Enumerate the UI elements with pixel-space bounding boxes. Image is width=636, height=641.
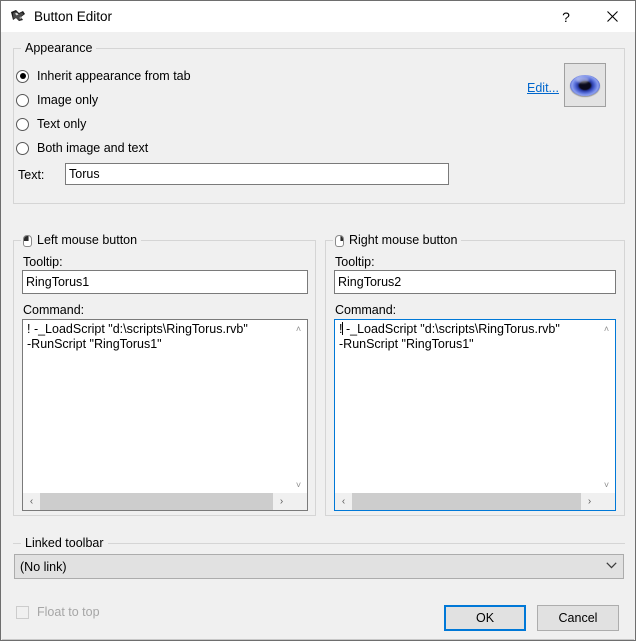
scroll-down-icon[interactable]: ˅ [598, 476, 615, 493]
radio-both-image-and-text-mark [16, 141, 29, 155]
radio-image-only-label: Image only [37, 93, 99, 107]
rhino-logo-icon [10, 8, 27, 25]
close-button[interactable] [589, 1, 635, 32]
linked-toolbar-value: (No link) [20, 559, 67, 574]
scroll-left-icon[interactable]: ‹ [335, 493, 352, 510]
float-to-top-label: Float to top [37, 605, 100, 619]
scrollbar-corner [290, 493, 307, 510]
right-command-rest: -_LoadScript "d:\scripts\RingTorus.rvb" … [339, 322, 560, 351]
radio-both-image-and-text-label: Both image and text [37, 141, 149, 155]
right-command-label: Command: [335, 303, 397, 317]
left-mouse-group-label: Left mouse button [21, 233, 142, 248]
scroll-up-icon[interactable]: ˄ [598, 320, 615, 337]
right-mouse-group-label-text: Right mouse button [349, 233, 458, 247]
mouse-left-button-icon [23, 234, 32, 247]
title-bar: Button Editor ? [1, 1, 635, 32]
hscroll-thumb[interactable] [352, 493, 598, 510]
right-tooltip-label: Tooltip: [335, 255, 375, 269]
window-title: Button Editor [34, 9, 113, 24]
linked-toolbar-select[interactable]: (No link) [14, 554, 624, 579]
float-to-top-checkbox[interactable]: Float to top [16, 605, 100, 619]
chevron-down-icon [599, 561, 623, 572]
left-mouse-group-label-text: Left mouse button [37, 233, 138, 247]
button-image-preview[interactable] [564, 63, 606, 107]
close-icon [606, 11, 618, 22]
scroll-right-icon[interactable]: › [273, 493, 290, 510]
right-command-hscrollbar[interactable]: ‹ › [335, 492, 615, 510]
text-field-label: Text: [18, 168, 45, 182]
torus-icon [570, 74, 600, 96]
left-command-text: ! -_LoadScript "d:\scripts\RingTorus.rvb… [27, 322, 248, 351]
float-to-top-checkbox-mark [16, 605, 29, 619]
cancel-button[interactable]: Cancel [537, 605, 619, 631]
right-mouse-group-label: Right mouse button [333, 233, 462, 248]
left-command-label: Command: [23, 303, 85, 317]
right-command-box[interactable]: ! -_LoadScript "d:\scripts\RingTorus.rvb… [334, 319, 616, 511]
help-button[interactable]: ? [543, 1, 589, 32]
scrollbar-corner [598, 493, 615, 510]
appearance-group-label: Appearance [21, 41, 97, 56]
right-command-text: ! -_LoadScript "d:\scripts\RingTorus.rvb… [339, 322, 597, 352]
left-tooltip-input[interactable] [22, 270, 308, 294]
radio-text-only[interactable]: Text only [16, 117, 86, 131]
right-tooltip-input[interactable] [334, 270, 616, 294]
button-editor-dialog: Button Editor ? Appearance Inherit appea… [0, 0, 636, 641]
radio-image-only[interactable]: Image only [16, 93, 98, 107]
radio-image-only-mark [16, 93, 29, 107]
bottom-divider [2, 639, 634, 640]
left-tooltip-label: Tooltip: [23, 255, 63, 269]
radio-text-only-label: Text only [37, 117, 87, 131]
scroll-down-icon[interactable]: ˅ [290, 476, 307, 493]
radio-inherit-appearance-label: Inherit appearance from tab [37, 69, 191, 83]
right-command-vscrollbar[interactable]: ˄ ˅ [598, 320, 615, 493]
linked-toolbar-group-label: Linked toolbar [21, 536, 108, 551]
ok-button[interactable]: OK [444, 605, 526, 631]
left-command-vscrollbar[interactable]: ˄ ˅ [290, 320, 307, 493]
radio-inherit-appearance-mark [16, 69, 29, 83]
radio-text-only-mark [16, 117, 29, 131]
left-command-box[interactable]: ! -_LoadScript "d:\scripts\RingTorus.rvb… [22, 319, 308, 511]
radio-inherit-appearance[interactable]: Inherit appearance from tab [16, 69, 191, 83]
scroll-up-icon[interactable]: ˄ [290, 320, 307, 337]
scroll-left-icon[interactable]: ‹ [23, 493, 40, 510]
edit-appearance-link[interactable]: Edit... [527, 81, 559, 95]
hscroll-thumb[interactable] [40, 493, 290, 510]
scroll-right-icon[interactable]: › [581, 493, 598, 510]
text-input[interactable] [65, 163, 449, 185]
radio-both-image-and-text[interactable]: Both image and text [16, 141, 148, 155]
left-command-hscrollbar[interactable]: ‹ › [23, 492, 307, 510]
mouse-right-button-icon [335, 234, 344, 247]
